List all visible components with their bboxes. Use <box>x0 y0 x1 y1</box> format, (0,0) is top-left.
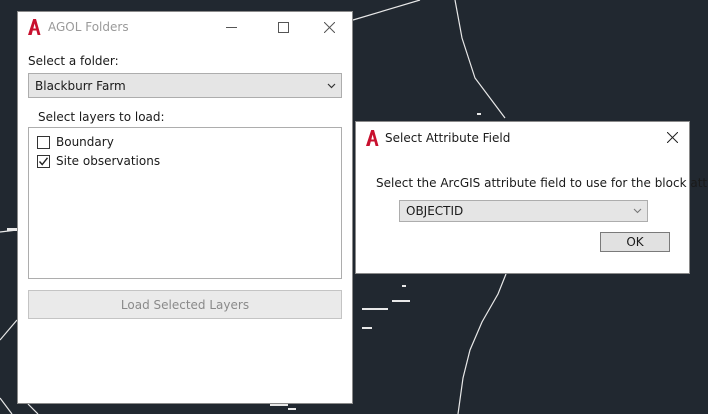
cad-text-mark <box>288 408 296 410</box>
close-icon <box>666 131 678 143</box>
layers-label: Select layers to load: <box>38 110 165 124</box>
minimize-icon <box>225 26 237 28</box>
close-button[interactable] <box>652 122 692 152</box>
maximize-icon <box>277 21 289 33</box>
cad-linework <box>454 0 506 119</box>
cad-linework <box>0 319 18 341</box>
cad-text-mark <box>362 327 372 329</box>
cad-text-mark <box>392 300 410 302</box>
close-icon <box>323 21 335 33</box>
cad-linework <box>352 0 421 21</box>
cad-linework <box>0 397 13 414</box>
cad-linework <box>457 273 507 414</box>
agol-folders-window: AGOL Folders Select a folder: Blackburr … <box>17 11 353 404</box>
agol-title-bar[interactable]: AGOL Folders <box>18 12 352 42</box>
close-button[interactable] <box>306 12 352 42</box>
folder-selected-value: Blackburr Farm <box>35 78 126 93</box>
select-attribute-field-dialog: Select Attribute Field Select the ArcGIS… <box>355 121 708 274</box>
chevron-down-icon <box>633 208 642 214</box>
cad-text-mark <box>362 308 388 310</box>
layer-item-site-observations[interactable]: Site observations <box>37 153 160 169</box>
attr-dialog-title: Select Attribute Field <box>385 131 511 145</box>
autocad-logo-icon <box>28 19 41 35</box>
cad-text-mark <box>270 404 288 406</box>
site-observations-checkbox[interactable] <box>37 154 50 168</box>
attribute-prompt: Select the ArcGIS attribute field to use… <box>376 176 708 190</box>
autocad-logo-icon <box>366 130 379 146</box>
attribute-field-dropdown[interactable]: OBJECTID <box>399 200 648 222</box>
cad-text-mark <box>402 285 406 287</box>
cad-text-mark <box>7 228 17 231</box>
minimize-button[interactable] <box>208 12 254 42</box>
layer-label: Site observations <box>56 154 161 168</box>
cad-linework <box>27 403 39 414</box>
layer-item-boundary[interactable]: Boundary <box>37 134 114 150</box>
ok-button[interactable]: OK <box>600 232 670 252</box>
chevron-down-icon <box>327 83 336 88</box>
maximize-button[interactable] <box>260 12 306 42</box>
folder-label: Select a folder: <box>28 54 119 68</box>
layers-list[interactable]: Boundary Site observations <box>28 127 342 279</box>
load-selected-layers-button[interactable]: Load Selected Layers <box>28 290 342 319</box>
layer-label: Boundary <box>56 135 114 149</box>
folder-dropdown[interactable]: Blackburr Farm <box>28 73 342 98</box>
boundary-checkbox[interactable] <box>37 135 50 149</box>
attr-title-bar[interactable]: Select Attribute Field <box>356 122 689 152</box>
cad-text-mark <box>477 113 481 115</box>
checkmark-icon <box>38 156 49 166</box>
agol-window-title: AGOL Folders <box>48 20 129 34</box>
attribute-field-selected-value: OBJECTID <box>406 204 464 218</box>
